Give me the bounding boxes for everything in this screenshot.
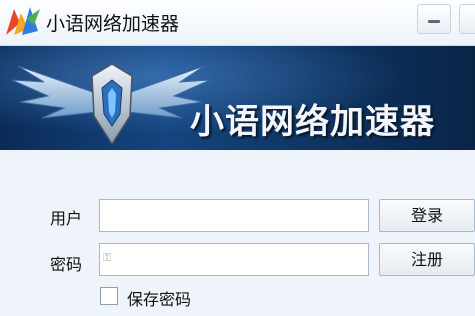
username-input[interactable] — [99, 199, 369, 232]
banner-title: 小语网络加速器 — [190, 102, 435, 142]
remember-password-label[interactable]: 保存密码 — [127, 286, 191, 310]
remember-password-checkbox[interactable] — [100, 287, 118, 305]
winged-shield-emblem-icon — [11, 63, 211, 146]
header-banner: 小语网络加速器 — [0, 46, 475, 150]
close-button[interactable] — [459, 4, 475, 34]
login-button[interactable]: 登录 — [379, 199, 475, 232]
title-bar[interactable]: 小语网络加速器 — [0, 0, 475, 46]
login-form — [0, 151, 475, 316]
key-icon: ⚿ — [103, 251, 112, 264]
minimize-button[interactable] — [417, 4, 451, 34]
window-title: 小语网络加速器 — [46, 13, 180, 35]
password-label: 密码 — [50, 255, 83, 274]
register-button[interactable]: 注册 — [379, 243, 475, 276]
app-logo-icon — [6, 7, 40, 35]
username-label: 用户 — [50, 209, 83, 228]
password-input[interactable] — [99, 243, 369, 276]
